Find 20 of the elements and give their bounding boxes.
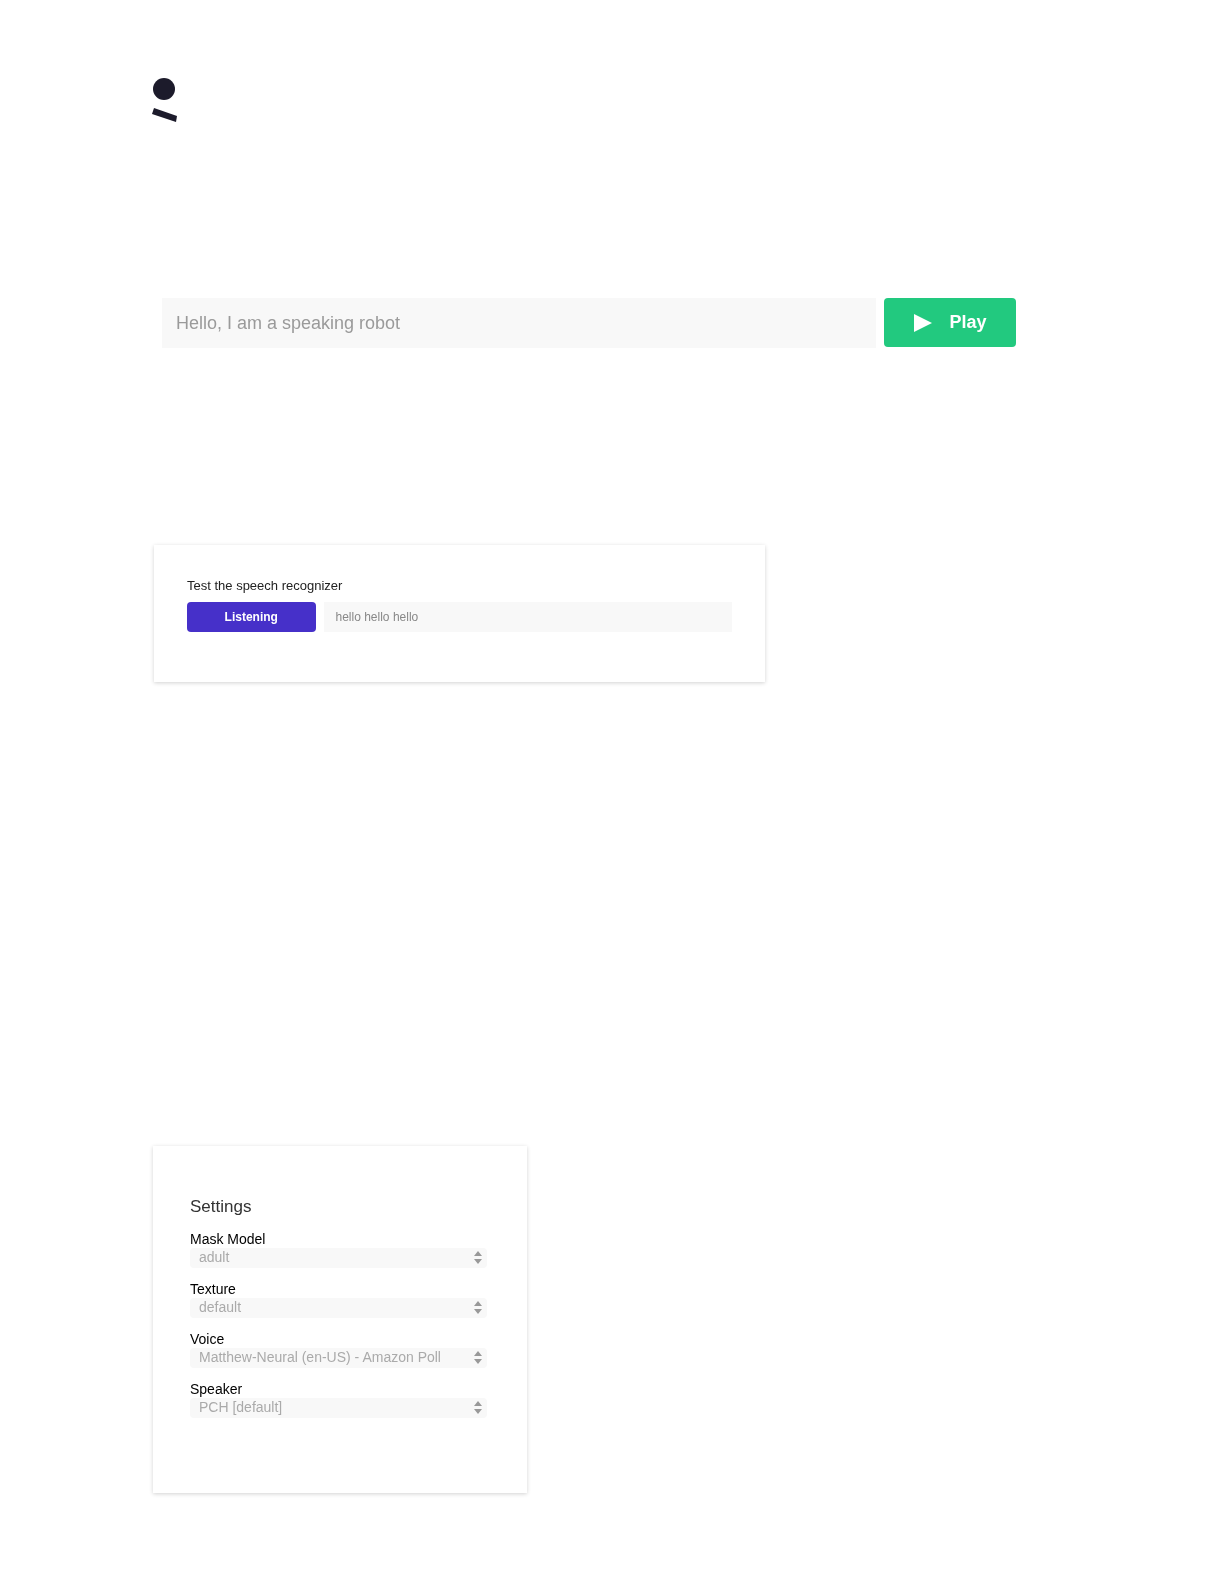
logo-icon <box>152 78 178 122</box>
up-down-arrows-icon <box>474 1251 482 1264</box>
transcript-field[interactable]: hello hello hello <box>323 601 732 632</box>
field-label: Mask Model <box>190 1229 267 1248</box>
field-label: Speaker <box>190 1379 244 1398</box>
field-label: Texture <box>190 1279 237 1298</box>
play-icon <box>913 312 934 333</box>
select-dropdown[interactable]: PCH [default] <box>190 1397 487 1418</box>
field-label: Voice <box>190 1329 226 1348</box>
up-down-arrows-icon <box>474 1351 482 1364</box>
select-dropdown[interactable]: default <box>190 1297 487 1318</box>
up-down-arrows-icon <box>474 1301 482 1314</box>
text-input-field[interactable]: Hello, I am a speaking robot <box>162 298 876 348</box>
listening-button[interactable]: Listening <box>187 601 316 632</box>
up-down-arrows-icon <box>474 1401 482 1414</box>
card-title: Test the speech recognizer <box>187 577 344 595</box>
settings-title: Settings <box>190 1196 253 1218</box>
select-dropdown[interactable]: adult <box>190 1247 487 1268</box>
play-button[interactable]: Play <box>884 298 1016 347</box>
select-dropdown[interactable]: Matthew-Neural (en-US) - Amazon Poll <box>190 1347 487 1368</box>
